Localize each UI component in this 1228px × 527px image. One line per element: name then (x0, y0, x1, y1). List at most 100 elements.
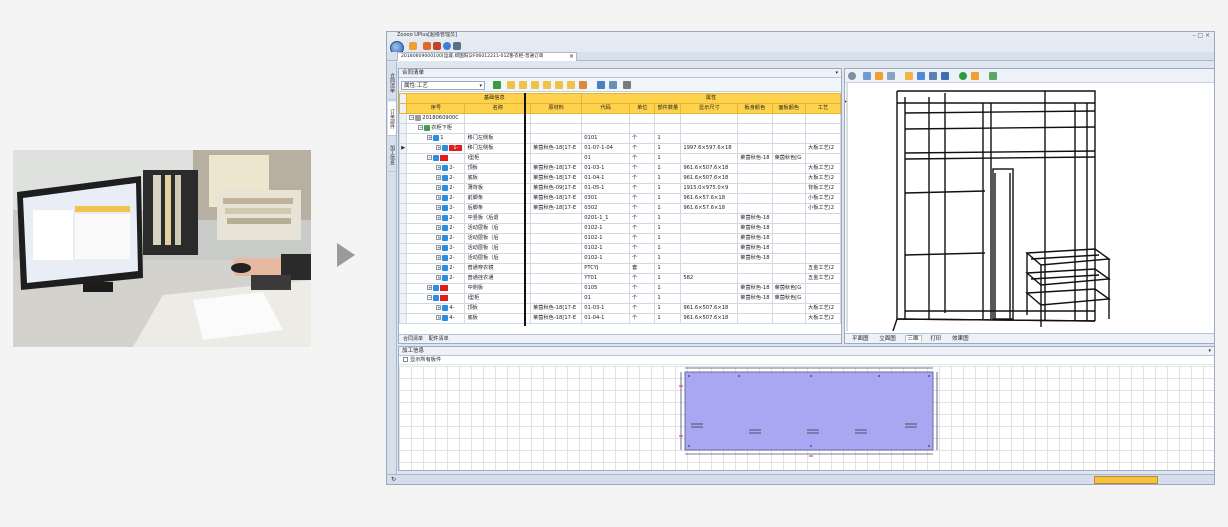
mat-cell[interactable] (530, 273, 583, 284)
select-icon[interactable] (905, 72, 913, 80)
seq-cell[interactable]: − 2018060900C (406, 113, 466, 124)
table-row[interactable]: − 2018060900C (399, 113, 841, 124)
mat-cell[interactable] (530, 283, 583, 294)
name-cell[interactable]: 活动层板（后 (464, 223, 532, 234)
checkbox-box[interactable] (403, 357, 408, 362)
mat-cell[interactable]: 莱茵秋色-18[17-E (530, 303, 583, 314)
info-icon[interactable] (443, 42, 451, 50)
seq-cell[interactable]: − (406, 293, 466, 304)
name-cell[interactable]: 薄背板 (464, 183, 532, 194)
qty-cell[interactable]: 1 (654, 313, 682, 324)
attribute-filter-select[interactable]: 属性:工艺 (401, 81, 485, 90)
craft-cell[interactable] (805, 243, 841, 254)
unit-cell[interactable] (629, 113, 656, 124)
code-cell[interactable]: 01-04-1 (581, 313, 631, 324)
table-row[interactable]: +2- 前脚条 莱茵秋色-18[17-E 0301 个 1 961.6×57.6×18 小板工… (399, 193, 841, 204)
unit-cell[interactable]: 个 (629, 193, 656, 204)
unit-cell[interactable]: 个 (629, 153, 656, 164)
craft-cell[interactable] (805, 123, 841, 134)
table-row[interactable]: ▶ +1- 移门左侧板 莱茵秋色-18[17-E 01-07-1-04 个 1 1997.6×… (399, 143, 841, 154)
qty-cell[interactable]: 1 (654, 243, 682, 254)
code-cell[interactable]: 0102-1 (581, 223, 631, 234)
code-cell[interactable]: 0101 (581, 133, 631, 144)
c2-cell[interactable] (771, 113, 806, 124)
table-row[interactable]: +2- 普通穿衣镜 PTCYJ 套 1 五金工艺(2 (399, 263, 841, 274)
zoom-icon[interactable] (848, 72, 856, 80)
column-header[interactable]: 序号 (406, 103, 466, 114)
table-row[interactable]: +1 移门左侧板 0101 个 1 (399, 133, 841, 144)
qty-cell[interactable]: 1 (654, 293, 682, 304)
open-icon[interactable] (409, 42, 417, 50)
c1-cell[interactable]: 莱茵秋色-18 (737, 233, 773, 244)
mat-cell[interactable] (530, 243, 583, 254)
name-cell[interactable]: 底板 (464, 313, 532, 324)
code-cell[interactable]: 01-05-1 (581, 183, 631, 194)
craft-cell[interactable] (805, 293, 841, 304)
collapse-icon[interactable]: − (427, 155, 433, 160)
mat-cell[interactable]: 莱茵秋色-18[17-E (530, 203, 583, 214)
folder-icon[interactable] (555, 81, 563, 89)
print-icon[interactable] (609, 81, 617, 89)
qty-cell[interactable]: 1 (654, 223, 682, 234)
mat-cell[interactable] (530, 253, 583, 264)
close-button[interactable]: × (1205, 32, 1210, 39)
row-header[interactable] (399, 283, 408, 294)
column-header[interactable]: 代码 (581, 103, 631, 114)
tab-print[interactable]: 打印 (928, 336, 943, 342)
column-header[interactable]: 原材料 (530, 103, 583, 114)
table-row[interactable]: +2- 顶板 莱茵秋色-18[17-E 01-03-1 个 1 961.6×507.6×18… (399, 163, 841, 174)
c2-cell[interactable] (771, 273, 806, 284)
craft-cell[interactable]: 五金工艺(2 (805, 263, 841, 274)
unit-cell[interactable]: 个 (629, 223, 656, 234)
unit-cell[interactable]: 个 (629, 243, 656, 254)
row-header[interactable] (399, 163, 408, 174)
size-cell[interactable] (680, 233, 739, 244)
seq-cell[interactable]: +2- (406, 223, 466, 234)
name-cell[interactable]: 普通挂衣通 (464, 273, 532, 284)
pane-menu-icon[interactable]: ▾ (1208, 347, 1211, 356)
folder-icon[interactable] (519, 81, 527, 89)
code-cell[interactable]: 0105 (581, 283, 631, 294)
seq-cell[interactable]: +2- (406, 193, 466, 204)
size-cell[interactable] (680, 253, 739, 264)
pane-menu-icon[interactable]: ▾ (835, 69, 838, 78)
c1-cell[interactable] (737, 173, 773, 184)
view-mode-icon[interactable] (863, 72, 871, 80)
column-header[interactable]: 单位 (629, 103, 656, 114)
c1-cell[interactable]: 莱茵秋色-18 (737, 293, 773, 304)
snap-tools[interactable] (1094, 476, 1158, 484)
c2-cell[interactable] (771, 183, 806, 194)
row-header[interactable] (399, 213, 408, 224)
unit-cell[interactable]: 个 (629, 183, 656, 194)
unit-cell[interactable]: 个 (629, 233, 656, 244)
seq-cell[interactable]: +2- (406, 213, 466, 224)
unit-cell[interactable]: 个 (629, 213, 656, 224)
code-cell[interactable]: 01-03-1 (581, 163, 631, 174)
table-row[interactable]: +2- 后脚条 莱茵秋色-18[17-E 0302 个 1 961.6×57.6×18 小板工… (399, 203, 841, 214)
c2-cell[interactable] (771, 243, 806, 254)
move-icon[interactable] (917, 72, 925, 80)
expand-icon[interactable]: + (436, 215, 442, 220)
column-header[interactable]: 名称 (464, 103, 532, 114)
mat-cell[interactable] (530, 213, 583, 224)
name-cell[interactable]: 中竖板（后退 (464, 213, 532, 224)
mat-cell[interactable]: 莱茵秋色-18[17-E (530, 313, 583, 324)
table-row[interactable]: − 衣柜下柜 (399, 123, 841, 134)
c2-cell[interactable] (771, 263, 806, 274)
seq-cell[interactable]: + (406, 283, 466, 294)
c1-cell[interactable] (737, 273, 773, 284)
table-row[interactable]: +4- 顶板 莱茵秋色-18[17-E 01-03-1 个 1 961.6×507.6×18… (399, 303, 841, 314)
qty-cell[interactable]: 1 (654, 273, 682, 284)
name-cell[interactable]: 移门左侧板 (464, 133, 532, 144)
c1-cell[interactable] (737, 303, 773, 314)
row-header[interactable] (399, 113, 408, 124)
mat-cell[interactable]: 莱茵秋色-18[17-E (530, 193, 583, 204)
mat-cell[interactable]: 莱茵秋色-09[17-E (530, 183, 583, 194)
wardrobe-3d-view[interactable]: ▸ (845, 83, 1214, 331)
name-cell[interactable]: I型柜 (464, 153, 532, 164)
maximize-button[interactable]: □ (1197, 32, 1203, 39)
qty-cell[interactable]: 1 (654, 153, 682, 164)
code-cell[interactable]: 0301 (581, 193, 631, 204)
expand-icon[interactable]: + (436, 185, 442, 190)
collapse-icon[interactable]: − (418, 125, 424, 130)
